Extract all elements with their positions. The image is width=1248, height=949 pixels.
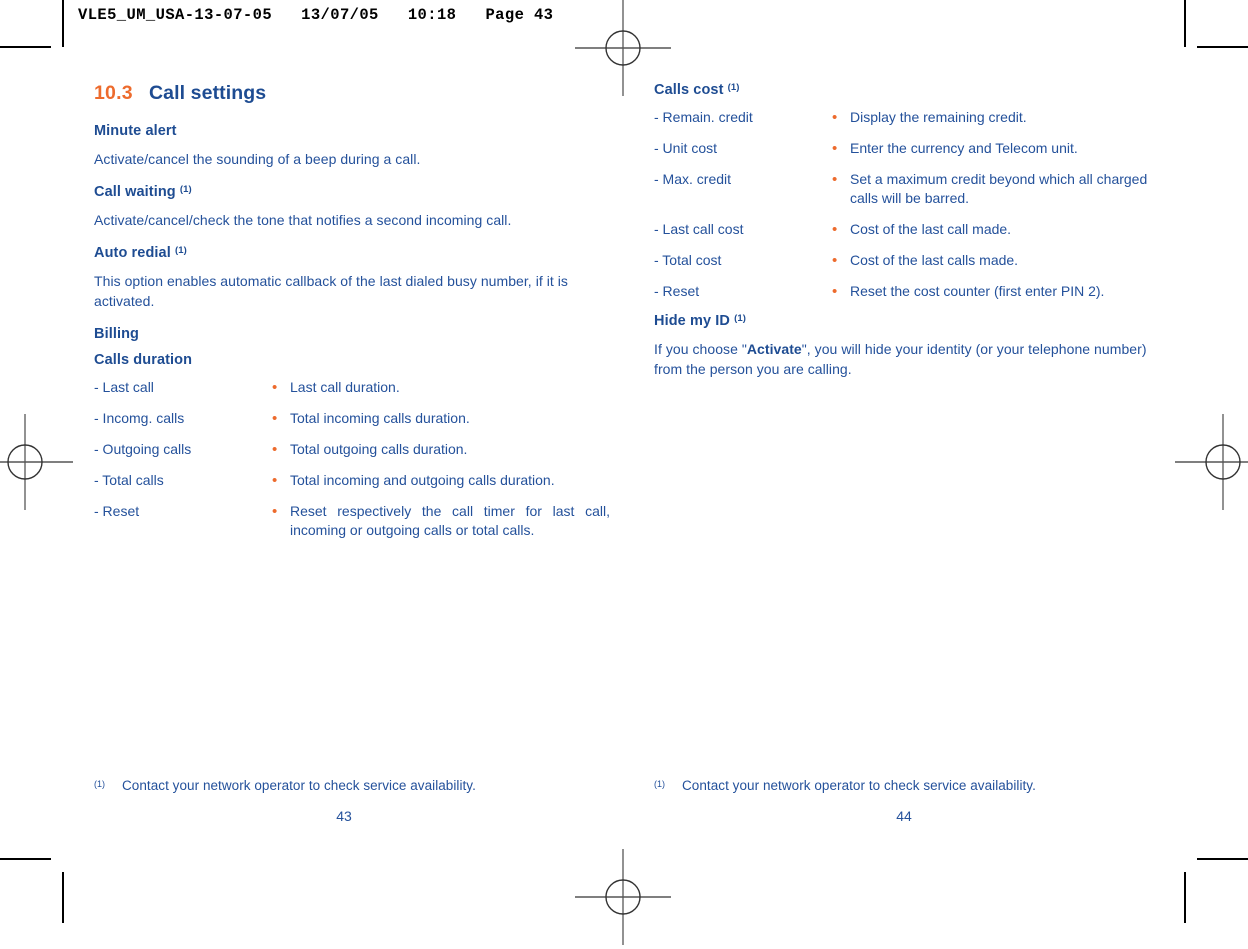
footnote-text: Contact your network operator to check s… (122, 778, 476, 793)
bullet-icon: • (832, 140, 838, 157)
page-number-right: 44 (896, 808, 912, 824)
option-key: - Incomg. calls (94, 410, 185, 426)
option-value: Total outgoing calls duration. (290, 441, 468, 457)
heading-auto-redial-label: Auto redial (94, 245, 171, 261)
paragraph-hide-my-id-before: If you choose " (654, 341, 747, 357)
page-left-43: 10.3 Call settings Minute alert Activate… (94, 82, 610, 552)
options-table-calls-cost: - Remain. credit • Display the remaining… (654, 108, 1170, 313)
option-value: Total incoming and outgoing calls durati… (290, 472, 555, 488)
bullet-icon: • (272, 379, 278, 396)
footnote-text: Contact your network operator to check s… (682, 778, 1036, 793)
paragraph-call-waiting: Activate/cancel/check the tone that noti… (94, 212, 512, 228)
bullet-icon: • (832, 221, 838, 238)
bullet-icon: • (272, 410, 278, 427)
bullet-icon: • (272, 472, 278, 489)
option-key: - Max. credit (654, 171, 732, 187)
option-value: Cost of the last call made. (850, 221, 1012, 237)
option-key: - Reset (654, 283, 700, 299)
crop-mark-horizontal-bottom-left (0, 858, 51, 860)
table-row: - Remain. credit • Display the remaining… (654, 108, 1170, 139)
table-row: - Total cost • Cost of the last calls ma… (654, 251, 1170, 282)
option-value: Total incoming calls duration. (290, 410, 470, 426)
paragraph-hide-my-id-bold: Activate (746, 341, 802, 357)
bullet-icon: • (832, 171, 838, 188)
option-value: Reset respectively the call timer for la… (290, 503, 610, 538)
options-table-calls-duration: - Last call • Last call duration. - Inco… (94, 378, 610, 552)
option-value: Set a maximum credit beyond which all ch… (850, 171, 1148, 206)
crop-mark-vertical-bottom-left (62, 872, 64, 923)
heading-call-waiting-label: Call waiting (94, 184, 176, 200)
option-key: - Last call cost (654, 221, 744, 237)
table-row: - Reset • Reset the cost counter (first … (654, 282, 1170, 313)
footnote-marker: (1) (174, 245, 187, 256)
registration-mark-right-icon (1171, 410, 1248, 514)
footnote-marker: (1) (654, 779, 665, 789)
footnote-marker: (1) (179, 184, 192, 195)
option-value: Enter the currency and Telecom unit. (850, 140, 1078, 156)
page-right-44: Calls cost (1) - Remain. credit • Displa… (654, 82, 1170, 394)
crop-mark-horizontal-top-left (0, 46, 51, 48)
footnote-marker: (1) (734, 313, 746, 324)
table-row: - Outgoing calls • Total outgoing calls … (94, 440, 610, 471)
page-title: 10.3 Call settings (94, 82, 610, 105)
page-number-left: 43 (336, 808, 352, 824)
heading-calls-duration-label: Calls duration (94, 352, 193, 368)
footnote-marker: (1) (727, 82, 740, 93)
option-key: - Total cost (654, 252, 722, 268)
table-row: - Incomg. calls • Total incoming calls d… (94, 409, 610, 440)
table-row: - Last call • Last call duration. (94, 378, 610, 409)
print-job-header: VLE5_UM_USA-13-07-05 13/07/05 10:18 Page… (78, 6, 554, 24)
footnote-marker: (1) (94, 779, 105, 789)
crop-mark-horizontal-top-right (1197, 46, 1248, 48)
footnote-left: (1) Contact your network operator to che… (94, 778, 610, 793)
heading-minute-alert-label: Minute alert (94, 123, 177, 139)
crop-mark-vertical-top-left (62, 0, 64, 47)
paragraph-auto-redial: This option enables automatic callback o… (94, 273, 568, 309)
heading-call-waiting: Call waiting (1) (94, 184, 610, 200)
heading-billing-label: Billing (94, 326, 139, 342)
section-title-text: Call settings (149, 82, 267, 104)
table-row: - Reset • Reset respectively the call ti… (94, 502, 610, 552)
option-key: - Total calls (94, 472, 164, 488)
option-value: Cost of the last calls made. (850, 252, 1019, 268)
heading-calls-duration: Calls duration (94, 352, 610, 368)
bullet-icon: • (832, 283, 838, 300)
option-value: Reset the cost counter (first enter PIN … (850, 283, 1105, 299)
bullet-icon: • (272, 441, 278, 458)
registration-mark-left-icon (0, 410, 77, 514)
heading-billing: Billing (94, 326, 610, 342)
crop-mark-horizontal-bottom-right (1197, 858, 1248, 860)
option-key: - Unit cost (654, 140, 718, 156)
crop-mark-vertical-bottom-right (1184, 872, 1186, 923)
option-key: - Remain. credit (654, 109, 753, 125)
option-key: - Outgoing calls (94, 441, 192, 457)
bullet-icon: • (832, 252, 838, 269)
option-key: - Reset (94, 503, 140, 519)
paragraph-minute-alert: Activate/cancel the sounding of a beep d… (94, 151, 421, 167)
heading-calls-cost-label: Calls cost (654, 82, 724, 98)
heading-hide-my-id-label: Hide my ID (654, 313, 730, 329)
crop-mark-vertical-top-right (1184, 0, 1186, 47)
table-row: - Last call cost • Cost of the last call… (654, 220, 1170, 251)
table-row: - Max. credit • Set a maximum credit bey… (654, 170, 1170, 220)
heading-auto-redial: Auto redial (1) (94, 245, 610, 261)
option-value: Display the remaining credit. (850, 109, 1027, 125)
heading-minute-alert: Minute alert (94, 123, 610, 139)
heading-calls-cost: Calls cost (1) (654, 82, 1170, 98)
footnote-right: (1) Contact your network operator to che… (654, 778, 1170, 793)
registration-mark-bottom-icon (571, 845, 675, 949)
heading-hide-my-id: Hide my ID (1) (654, 313, 1170, 329)
section-number: 10.3 (94, 82, 133, 104)
table-row: - Unit cost • Enter the currency and Tel… (654, 139, 1170, 170)
option-value: Last call duration. (290, 379, 400, 395)
option-key: - Last call (94, 379, 154, 395)
bullet-icon: • (272, 503, 278, 520)
paragraph-hide-my-id: If you choose "Activate", you will hide … (654, 339, 1170, 379)
table-row: - Total calls • Total incoming and outgo… (94, 471, 610, 502)
bullet-icon: • (832, 109, 838, 126)
